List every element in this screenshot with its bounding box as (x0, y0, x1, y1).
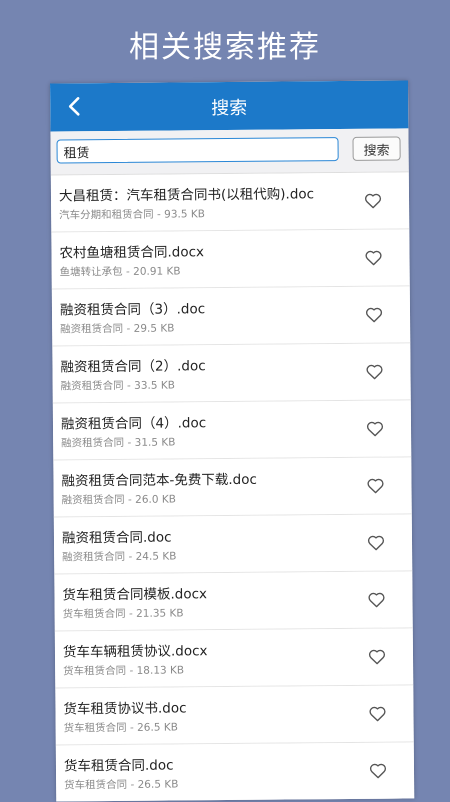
result-title: 融资租赁合同（2）.doc (60, 358, 206, 376)
favorite-button[interactable] (361, 247, 385, 269)
result-subtitle: 鱼塘转让承包 - 20.91 KB (59, 265, 181, 279)
list-item[interactable]: 大昌租赁：汽车租赁合同书(以租代购).doc 汽车分期和租赁合同 - 93.5 K… (50, 172, 410, 233)
navbar: 搜索 (50, 80, 409, 132)
heart-outline-icon (367, 535, 385, 551)
search-bar: 搜索 (50, 128, 409, 176)
list-item[interactable]: 货车车辆租赁协议.docx 货车租赁合同 - 18.13 KB (54, 628, 414, 689)
favorite-button[interactable] (361, 190, 385, 212)
list-item[interactable]: 货车租赁协议书.doc 货车租赁合同 - 26.5 KB (55, 685, 414, 746)
list-item[interactable]: 融资租赁合同（4）.doc 融资租赁合同 - 31.5 KB (52, 400, 412, 461)
favorite-button[interactable] (366, 760, 390, 782)
result-title: 农村鱼塘租赁合同.docx (59, 244, 205, 262)
favorite-button[interactable] (363, 475, 387, 497)
result-subtitle: 融资租赁合同 - 29.5 KB (60, 322, 175, 336)
heart-outline-icon (369, 706, 386, 722)
result-title: 融资租赁合同范本-免费下载.doc (61, 471, 257, 490)
result-title: 大昌租赁：汽车租赁合同书(以租代购).doc (58, 186, 315, 205)
heart-outline-icon (368, 649, 386, 665)
heart-outline-icon (364, 193, 382, 209)
results-list: 大昌租赁：汽车租赁合同书(以租代购).doc 汽车分期和租赁合同 - 93.5 K… (50, 172, 415, 802)
list-item[interactable]: 融资租赁合同（3）.doc 融资租赁合同 - 29.5 KB (51, 286, 411, 347)
result-subtitle: 汽车分期和租赁合同 - 93.5 KB (59, 208, 205, 222)
result-subtitle: 融资租赁合同 - 24.5 KB (62, 550, 177, 564)
result-subtitle: 货车租赁合同 - 21.35 KB (62, 607, 184, 621)
favorite-button[interactable] (364, 532, 388, 554)
favorite-button[interactable] (362, 361, 386, 383)
result-subtitle: 货车租赁合同 - 18.13 KB (63, 664, 185, 678)
heart-outline-icon (366, 421, 384, 437)
list-item[interactable]: 融资租赁合同（2）.doc 融资租赁合同 - 33.5 KB (52, 343, 411, 404)
result-subtitle: 融资租赁合同 - 31.5 KB (61, 436, 176, 450)
result-subtitle: 货车租赁合同 - 26.5 KB (64, 778, 179, 792)
heart-outline-icon (368, 592, 385, 608)
result-title: 融资租赁合同（3）.doc (59, 301, 206, 319)
result-title: 货车车辆租赁协议.docx (62, 643, 208, 661)
heart-outline-icon (365, 250, 382, 266)
favorite-button[interactable] (365, 703, 389, 725)
result-subtitle: 融资租赁合同 - 26.0 KB (61, 493, 176, 507)
phone-screen: 搜索 搜索 大昌租赁：汽车租赁合同书(以租代购).doc 汽车分期和租赁合同 - … (50, 80, 415, 802)
list-item[interactable]: 融资租赁合同范本-免费下载.doc 融资租赁合同 - 26.0 KB (53, 457, 412, 518)
heart-outline-icon (367, 478, 384, 494)
page-title: 搜索 (211, 97, 248, 120)
result-title: 融资租赁合同（4）.doc (60, 415, 207, 433)
search-input[interactable] (56, 137, 339, 164)
favorite-button[interactable] (362, 304, 386, 326)
favorite-button[interactable] (364, 589, 388, 611)
result-title: 货车租赁合同.doc (63, 757, 174, 775)
heart-outline-icon (366, 364, 383, 380)
list-item[interactable]: 融资租赁合同.doc 融资租赁合同 - 24.5 KB (53, 514, 413, 575)
list-item[interactable]: 货车租赁合同模板.docx 货车租赁合同 - 21.35 KB (54, 571, 413, 632)
result-title: 货车租赁协议书.doc (63, 700, 187, 718)
list-item[interactable]: 农村鱼塘租赁合同.docx 鱼塘转让承包 - 20.91 KB (51, 229, 410, 290)
favorite-button[interactable] (365, 646, 389, 668)
heart-outline-icon (369, 763, 387, 779)
result-title: 货车租赁合同模板.docx (62, 586, 208, 604)
result-subtitle: 货车租赁合同 - 26.5 KB (63, 721, 178, 735)
result-subtitle: 融资租赁合同 - 33.5 KB (60, 379, 175, 393)
heart-outline-icon (365, 307, 383, 323)
list-item[interactable]: 货车租赁合同.doc 货车租赁合同 - 26.5 KB (55, 742, 415, 802)
result-title: 融资租赁合同.doc (61, 529, 172, 547)
search-button[interactable]: 搜索 (352, 136, 401, 161)
promo-title: 相关搜索推荐 (129, 30, 321, 65)
favorite-button[interactable] (363, 418, 387, 440)
